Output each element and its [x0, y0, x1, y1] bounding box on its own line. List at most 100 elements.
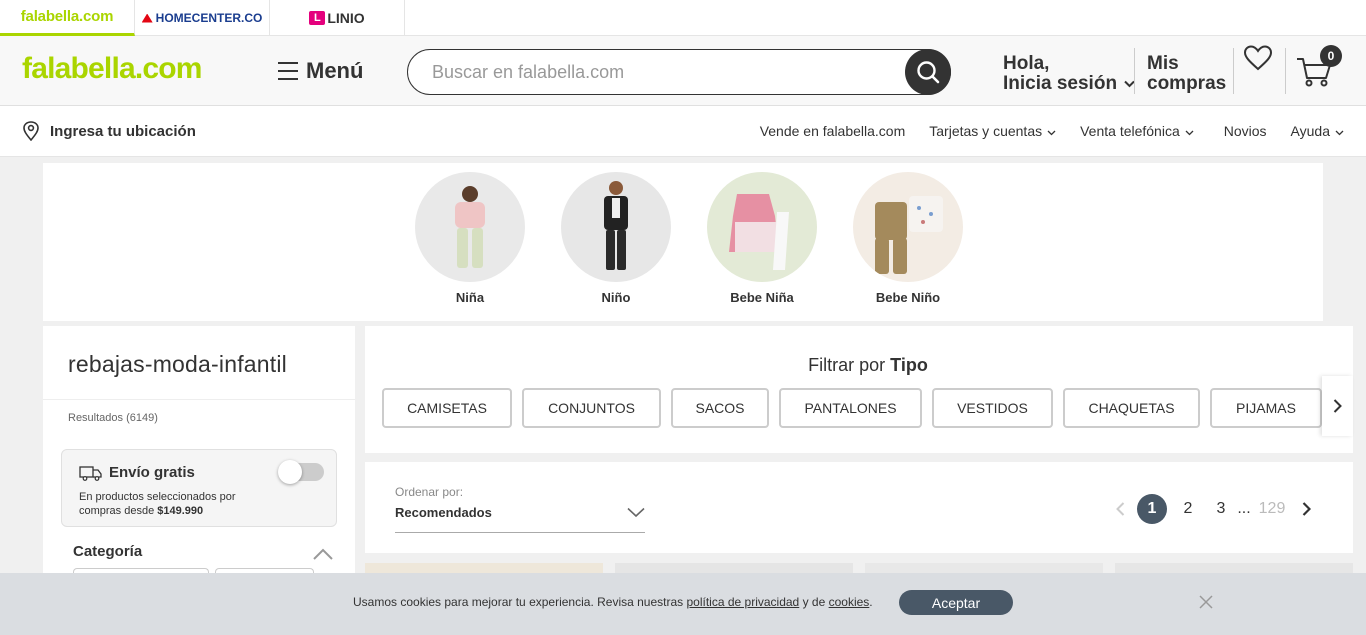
results-count: Resultados (6149) — [68, 412, 158, 424]
envio-title-label: Envío gratis — [109, 464, 195, 481]
subnav-link-venta[interactable]: Venta telefónica — [1080, 123, 1194, 139]
page-ellipsis: ... — [1237, 500, 1251, 517]
search-button[interactable] — [905, 49, 951, 95]
chevron-right-icon — [1333, 399, 1342, 413]
filter-chip[interactable]: PIJAMAS — [1210, 388, 1322, 428]
chevron-up-icon[interactable] — [313, 548, 333, 560]
header-divider — [1233, 48, 1234, 94]
subnav-links: Vende en falabella.com Tarjetas y cuenta… — [760, 123, 1344, 139]
next-page-button[interactable] — [1291, 494, 1321, 524]
circle-label: Bebe Niño — [875, 290, 941, 305]
homecenter-logo-icon — [141, 13, 153, 23]
filter-chip[interactable]: CONJUNTOS — [522, 388, 661, 428]
filter-title: Filtrar por Tipo — [365, 355, 1366, 376]
menu-button[interactable]: Menú — [278, 58, 363, 84]
sub-navigation: Ingresa tu ubicación Vende en falabella.… — [0, 106, 1366, 157]
linio-logo-icon: L — [309, 11, 326, 25]
chevron-down-icon[interactable] — [627, 507, 645, 518]
cookie-text-before: Usamos cookies para mejorar tu experienc… — [353, 595, 684, 609]
subnav-link-ayuda[interactable]: Ayuda — [1291, 123, 1344, 139]
envio-amount: $149.990 — [157, 505, 204, 517]
cookie-text: Usamos cookies para mejorar tu experienc… — [353, 595, 873, 609]
mis-compras-button[interactable]: Mis compras — [1147, 54, 1226, 94]
sort-label: Ordenar por: — [395, 485, 464, 499]
page-title: rebajas-moda-infantil — [68, 351, 287, 377]
filter-chip[interactable]: PANTALONES — [779, 388, 922, 428]
heart-icon[interactable] — [1243, 45, 1273, 71]
login-button[interactable]: Hola, Inicia sesión — [1003, 53, 1136, 94]
brand-tab-homecenter[interactable]: HOMECENTER.CO — [135, 0, 270, 36]
filter-chip[interactable]: VESTIDOS — [932, 388, 1053, 428]
prev-page-button[interactable] — [1105, 494, 1135, 524]
login-label: Inicia sesión — [1003, 73, 1118, 94]
categoria-heading[interactable]: Categoría — [73, 543, 142, 560]
brand-homecenter-wrap: HOMECENTER.CO — [141, 11, 263, 25]
sort-panel: Ordenar por: Recomendados 1 2 3 ... 129 — [365, 462, 1353, 553]
chevron-left-icon — [1115, 502, 1124, 516]
page-button[interactable]: 2 — [1173, 494, 1203, 524]
brand-tab-linio[interactable]: L LINIO — [270, 0, 405, 36]
cart-count-badge: 0 — [1320, 45, 1342, 67]
circle-item-bebe-nina[interactable]: Bebe Niña — [707, 172, 817, 305]
chips-next-button[interactable] — [1322, 376, 1353, 436]
category-image-nina — [415, 172, 525, 282]
chevron-down-icon — [1047, 130, 1056, 136]
envio-description: En productos seleccionados por compras d… — [79, 490, 279, 518]
subnav-link-label: Vende en falabella.com — [759, 123, 906, 139]
subnav-link-label: Venta telefónica — [1080, 123, 1180, 139]
subnav-link-label: Novios — [1223, 123, 1267, 139]
header-divider — [1134, 48, 1135, 94]
sort-underline — [395, 532, 645, 533]
site-logo[interactable]: falabella.com — [22, 52, 202, 86]
brand-label-falabella: falabella.com — [20, 8, 114, 25]
search-input[interactable] — [432, 61, 950, 83]
page-button[interactable]: 129 — [1257, 494, 1287, 524]
envio-gratis-box: Envío gratis En productos seleccionados … — [61, 449, 337, 527]
location-pin-icon — [23, 121, 39, 141]
circle-item-bebe-nino[interactable]: Bebe Niño — [853, 172, 963, 305]
cookie-text-end: . — [869, 595, 873, 609]
cookies-link[interactable]: cookies — [829, 595, 870, 609]
page-button[interactable]: 1 — [1137, 494, 1167, 524]
circle-item-nina[interactable]: Niña — [415, 172, 525, 305]
subnav-link-tarjetas[interactable]: Tarjetas y cuentas — [929, 123, 1056, 139]
brand-label-linio: LINIO — [327, 10, 365, 26]
subnav-link-novios[interactable]: Novios — [1224, 123, 1267, 139]
cookie-banner: Usamos cookies para mejorar tu experienc… — [0, 573, 1366, 635]
category-image-nino — [561, 172, 671, 282]
category-image-bebe-nina — [707, 172, 817, 282]
toggle-knob — [278, 460, 302, 484]
chevron-down-icon — [1335, 130, 1344, 136]
menu-label: Menú — [306, 58, 364, 83]
compras-line2: compras — [1147, 73, 1227, 94]
chevron-right-icon — [1302, 502, 1311, 516]
brand-tab-falabella[interactable]: falabella.com — [0, 0, 135, 36]
truck-icon — [79, 465, 102, 481]
close-icon[interactable] — [1198, 594, 1214, 610]
envio-title: Envío gratis — [79, 464, 195, 481]
subnav-link-vende[interactable]: Vende en falabella.com — [760, 123, 906, 139]
circle-label: Niño — [601, 290, 631, 305]
main-header: falabella.com Menú Hola, Inicia sesión M… — [0, 36, 1366, 106]
compras-line1: Mis — [1147, 53, 1179, 74]
filter-panel: Filtrar por Tipo CAMISETAS CONJUNTOS SAC… — [365, 326, 1353, 453]
hamburger-icon — [278, 62, 298, 80]
category-image-bebe-nino — [853, 172, 963, 282]
accept-cookies-button[interactable]: Aceptar — [899, 590, 1013, 615]
circle-label: Bebe Niña — [730, 290, 794, 305]
subnav-link-label: Tarjetas y cuentas — [929, 123, 1043, 139]
chevron-down-icon — [1185, 130, 1194, 136]
filter-chip[interactable]: SACOS — [671, 388, 769, 428]
sort-dropdown[interactable]: Recomendados — [395, 505, 492, 520]
envio-gratis-toggle[interactable] — [278, 460, 324, 484]
filter-chip[interactable]: CHAQUETAS — [1063, 388, 1200, 428]
circle-item-nino[interactable]: Niño — [561, 172, 671, 305]
filter-chip[interactable]: CAMISETAS — [382, 388, 512, 428]
brand-label-homecenter: HOMECENTER.CO — [155, 11, 263, 25]
privacy-policy-link[interactable]: política de privacidad — [687, 595, 800, 609]
filter-title-prefix: Filtrar por — [808, 355, 886, 375]
location-selector[interactable]: Ingresa tu ubicación — [22, 121, 196, 141]
divider — [43, 399, 355, 400]
login-greeting: Hola, — [1003, 53, 1050, 74]
header-divider — [1285, 48, 1286, 94]
